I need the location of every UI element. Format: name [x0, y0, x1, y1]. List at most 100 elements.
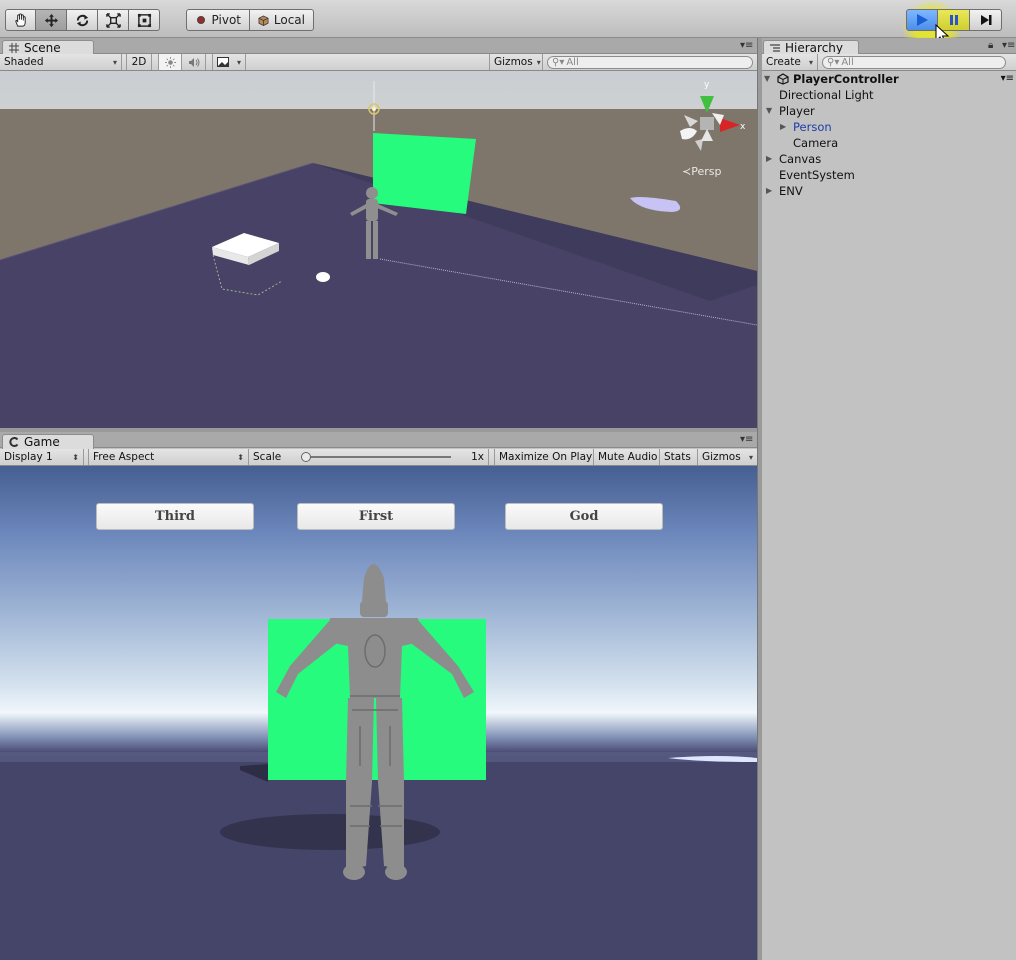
step-button[interactable] [970, 9, 1002, 31]
scale-slider[interactable] [301, 452, 452, 462]
stats-label: Stats [664, 451, 691, 463]
game-tabstrip: Game ▾≡ [0, 432, 757, 449]
scene-tabstrip: Scene ▾≡ [0, 38, 757, 55]
camera-third-label: Third [154, 509, 195, 524]
game-controlbar: Display 1 ⬍ Free Aspect ⬍ Scale 1x Maxim… [0, 449, 757, 466]
tab-scene[interactable]: Scene [2, 40, 94, 55]
hierarchy-item-player[interactable]: ▼ Player [766, 103, 815, 119]
scale-slider-handle[interactable] [301, 452, 312, 462]
hierarchy-item-camera[interactable]: Camera [780, 135, 838, 151]
hand-tool-button[interactable] [5, 9, 36, 31]
hierarchy-item-label: Player [779, 104, 815, 118]
mute-label: Mute Audio [598, 451, 658, 463]
game-gizmos-label: Gizmos [702, 451, 741, 463]
rotate-icon [76, 14, 88, 26]
game-viewport[interactable]: Third First God [0, 466, 757, 960]
hierarchy-item-label: Directional Light [779, 88, 874, 102]
audio-toggle[interactable] [182, 54, 206, 70]
hierarchy-item-label: Canvas [779, 152, 822, 166]
panel-menu-icon[interactable]: ▾≡ [1002, 40, 1015, 51]
rect-tool-button[interactable] [129, 9, 160, 31]
grid-icon [9, 43, 19, 53]
shading-mode-value: Shaded [4, 56, 44, 68]
main-toolbar: Pivot Local [0, 0, 1016, 56]
effects-dropdown[interactable]: ▾ [212, 54, 246, 70]
dropdown-arrow-icon: ▾ [112, 57, 117, 67]
hierarchy-search-input[interactable]: ⚲▾ All [822, 55, 1006, 69]
stats-toggle[interactable]: Stats [660, 449, 698, 465]
scale-slider-track [301, 456, 452, 458]
dropdown-arrow-icon: ▾ [536, 57, 541, 67]
panel-menu-icon[interactable]: ▾≡ [740, 40, 753, 51]
maximize-on-play-toggle[interactable]: Maximize On Play [494, 449, 594, 465]
rotate-tool-button[interactable] [67, 9, 98, 31]
local-button[interactable]: Local [250, 9, 314, 31]
scene-controlbar: Shaded ▾ 2D ▾ Gizmos ▾ ⚲▾ All [0, 54, 757, 71]
hierarchy-item-label: EventSystem [779, 168, 855, 182]
expand-arrow-icon[interactable]: ▶ [766, 183, 775, 199]
mute-audio-toggle[interactable]: Mute Audio [594, 449, 660, 465]
expand-arrow-icon[interactable]: ▶ [766, 151, 775, 167]
mode-2d-toggle[interactable]: 2D [126, 54, 152, 70]
lighting-toggle[interactable] [158, 54, 182, 70]
hierarchy-tab-label: Hierarchy [785, 40, 844, 55]
expand-arrow-icon[interactable]: ▶ [780, 119, 789, 135]
scene-search-input[interactable]: ⚲▾ All [547, 55, 753, 69]
local-label: Local [273, 13, 305, 27]
panel-menu-icon[interactable]: ▾≡ [740, 434, 753, 445]
maximize-label: Maximize On Play [499, 451, 593, 463]
scene-gizmos-dropdown[interactable]: Gizmos ▾ [489, 54, 543, 70]
tab-game[interactable]: Game [2, 434, 94, 449]
create-dropdown[interactable]: Create ▾ [762, 54, 818, 70]
hierarchy-search: ⚲▾ All [818, 54, 1016, 70]
camera-god-button[interactable]: God [505, 503, 663, 530]
lock-icon[interactable]: 🔒︎ [988, 40, 993, 51]
hierarchy-item-directional-light[interactable]: Directional Light [766, 87, 874, 103]
hand-icon [15, 12, 26, 27]
expand-arrow-icon[interactable]: ▼ [764, 71, 773, 87]
scene-3d-render: y x ≺Persp [0, 71, 757, 428]
hierarchy-item-person[interactable]: ▶ Person [780, 119, 832, 135]
sun-icon [164, 56, 176, 68]
hierarchy-tabstrip: Hierarchy 🔒︎ ▾≡ [762, 38, 1016, 55]
dropdown-arrow-icon: ⬍ [237, 452, 244, 462]
scale-tool-button[interactable] [98, 9, 129, 31]
expand-arrow-icon[interactable]: ▼ [766, 103, 775, 119]
play-icon [917, 14, 928, 26]
cube-icon [258, 13, 270, 27]
gizmo-x-label: x [740, 122, 746, 132]
hierarchy-item-env[interactable]: ▶ ENV [766, 183, 803, 199]
scene-search-placeholder: All [566, 56, 579, 68]
move-tool-button[interactable] [36, 9, 67, 31]
hierarchy-panel: ▼ PlayerController ▾≡ Directional Light ▼… [762, 71, 1016, 960]
aspect-dropdown[interactable]: Free Aspect ⬍ [88, 449, 249, 465]
hierarchy-scene-root[interactable]: ▼ PlayerController ▾≡ [764, 71, 1016, 87]
create-label: Create [766, 56, 801, 68]
scene-menu-icon[interactable]: ▾≡ [1001, 71, 1014, 87]
camera-third-button[interactable]: Third [96, 503, 254, 530]
tab-hierarchy[interactable]: Hierarchy [763, 40, 859, 55]
hierarchy-item-eventsystem[interactable]: EventSystem [766, 167, 855, 183]
display-dropdown[interactable]: Display 1 ⬍ [0, 449, 84, 465]
scale-value: 1x [471, 451, 484, 463]
mode-2d-label: 2D [131, 56, 147, 68]
move-icon [44, 13, 58, 27]
camera-god-label: God [569, 509, 599, 524]
step-icon [980, 15, 991, 25]
dropdown-arrow-icon: ▾ [748, 452, 753, 462]
persp-label[interactable]: ≺Persp [682, 165, 721, 178]
scene-viewport[interactable]: y x ≺Persp [0, 71, 757, 428]
camera-first-button[interactable]: First [297, 503, 455, 530]
scale-label: Scale [253, 451, 282, 463]
hierarchy-item-canvas[interactable]: ▶ Canvas [766, 151, 821, 167]
game-gizmos-dropdown[interactable]: Gizmos ▾ [698, 449, 757, 465]
shading-mode-dropdown[interactable]: Shaded ▾ [0, 54, 122, 70]
transform-tools [5, 9, 160, 31]
play-controls [906, 9, 1002, 31]
game-3d-render [0, 564, 757, 960]
rect-tool-icon [137, 13, 151, 27]
pivot-button[interactable]: Pivot [186, 9, 250, 31]
hierarchy-item-label: Camera [793, 136, 839, 150]
list-icon [770, 44, 780, 52]
hierarchy-item-label: ENV [779, 184, 803, 198]
